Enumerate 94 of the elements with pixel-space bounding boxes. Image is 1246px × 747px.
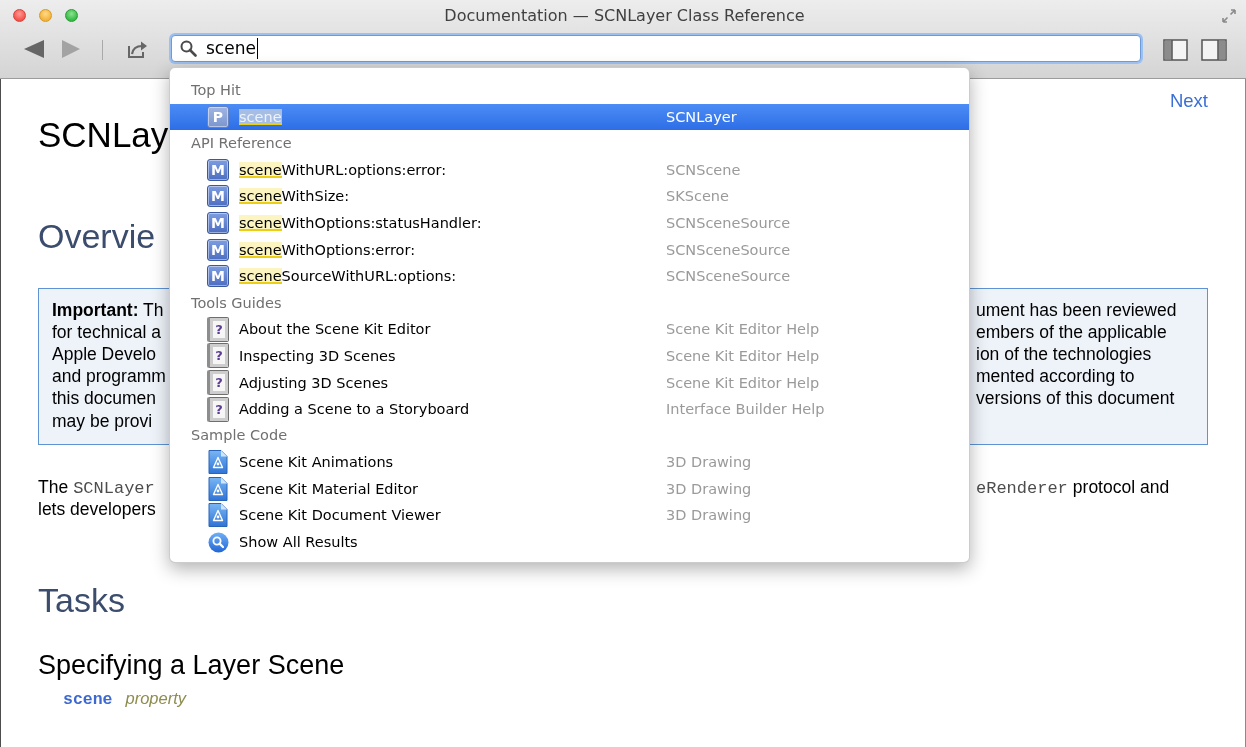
result-row[interactable]: P scene SCNLayer — [170, 103, 969, 131]
result-row[interactable]: Scene Kit Document Viewer 3D Drawing — [170, 502, 969, 529]
section-heading: Sample Code — [190, 426, 289, 446]
result-detail: SCNLayer — [666, 108, 737, 125]
code-term: SCNLayer — [73, 478, 155, 498]
minimize-button[interactable] — [39, 9, 52, 23]
result-title: sceneWithURL:options:error: — [239, 161, 448, 178]
result-row[interactable]: M sceneSourceWithURL:options: SCNSceneSource — [170, 262, 969, 290]
text-cursor-icon — [256, 37, 258, 59]
section-heading: Top Hit — [190, 81, 242, 100]
result-detail: Scene Kit Editor Help — [666, 374, 820, 391]
code-term: eRenderer — [976, 478, 1068, 498]
task-link[interactable]: scene — [63, 689, 113, 710]
help-book-badge: ? — [207, 396, 229, 422]
note-text: and programm — [52, 366, 166, 388]
result-detail: 3D Drawing — [666, 480, 752, 497]
result-title: Adding a Scene to a Storyboard — [239, 401, 471, 418]
note-text: embers of the applicable — [976, 321, 1167, 343]
note-text: mented according to — [976, 366, 1135, 388]
result-detail: SKScene — [666, 188, 729, 205]
result-title: scene — [239, 108, 283, 125]
result-row[interactable]: M sceneWithOptions:error: SCNSceneSource — [170, 236, 969, 263]
result-row[interactable]: ? About the Scene Kit Editor Scene Kit Editor Help — [170, 316, 969, 343]
result-row[interactable]: ? Adjusting 3D Scenes Scene Kit Editor Help — [170, 369, 969, 396]
result-detail: SCNSceneSource — [666, 215, 791, 232]
document-icon — [208, 503, 228, 528]
result-detail: SCNSceneSource — [666, 241, 791, 258]
back-icon[interactable] — [24, 39, 44, 58]
symbol-badge: M — [207, 238, 229, 261]
section-heading: Tools Guides — [190, 293, 283, 313]
body-text: lets developers — [38, 498, 156, 520]
symbol-badge: M — [207, 265, 229, 288]
result-title: Inspecting 3D Scenes — [239, 347, 397, 364]
document-icon — [208, 450, 228, 475]
right-sidebar-icon[interactable] — [1201, 38, 1227, 61]
search-icon — [207, 531, 229, 553]
result-detail: SCNScene — [666, 161, 741, 178]
body-text: The — [38, 476, 69, 498]
body-text: protocol and — [1072, 476, 1170, 498]
result-row[interactable]: M sceneWithSize: SKScene — [170, 183, 969, 210]
help-book-badge: ? — [207, 370, 229, 396]
section-heading: Overvie — [38, 216, 156, 256]
result-row[interactable]: ? Adding a Scene to a Storyboard Interface Builder Help — [170, 395, 969, 423]
note-text: versions of this document — [976, 388, 1175, 410]
result-row[interactable]: Scene Kit Material Editor 3D Drawing — [170, 475, 969, 503]
next-link[interactable]: Next — [1169, 90, 1208, 112]
note-text: Important: Th — [52, 299, 164, 321]
result-row[interactable]: Scene Kit Animations 3D Drawing — [170, 448, 969, 476]
search-field[interactable]: scene — [171, 34, 1141, 62]
note-text: Apple Develo — [52, 343, 157, 365]
symbol-badge: P — [207, 105, 229, 128]
result-title: Scene Kit Document Viewer — [239, 507, 442, 524]
fullscreen-icon[interactable] — [1222, 8, 1236, 23]
task-group-heading: Specifying a Layer Scene — [38, 648, 345, 681]
result-row[interactable]: Show All Results — [170, 528, 969, 556]
result-detail: 3D Drawing — [666, 454, 752, 471]
result-detail: Scene Kit Editor Help — [666, 321, 820, 338]
zoom-button[interactable] — [65, 9, 78, 23]
result-title: sceneWithOptions:statusHandler: — [239, 215, 483, 232]
result-title: sceneSourceWithURL:options: — [239, 268, 458, 285]
document-icon — [208, 476, 228, 501]
search-icon — [180, 39, 197, 57]
result-row[interactable]: ? Inspecting 3D Scenes Scene Kit Editor Help — [170, 342, 969, 370]
task-type: property — [125, 687, 187, 708]
note-text: may be provi — [52, 410, 153, 432]
result-row[interactable]: M sceneWithOptions:statusHandler: SCNSceneSource — [170, 209, 969, 237]
close-button[interactable] — [13, 9, 26, 23]
symbol-badge: M — [207, 185, 229, 208]
section-heading: API Reference — [190, 134, 293, 154]
share-icon[interactable] — [127, 39, 149, 59]
result-title: About the Scene Kit Editor — [239, 321, 432, 338]
result-title: Show All Results — [239, 534, 359, 550]
note-text: this documen — [52, 388, 157, 410]
symbol-badge: M — [207, 212, 229, 235]
result-detail: Scene Kit Editor Help — [666, 347, 820, 364]
symbol-badge: M — [207, 158, 229, 181]
result-detail: SCNSceneSource — [666, 268, 791, 285]
result-row[interactable]: M sceneWithURL:options:error: SCNScene — [170, 156, 969, 184]
result-detail: Interface Builder Help — [666, 401, 825, 418]
help-book-badge: ? — [207, 316, 229, 342]
note-text: for technical a — [52, 321, 161, 343]
page-title: SCNLay — [38, 114, 169, 156]
left-sidebar-icon[interactable] — [1163, 38, 1188, 61]
help-book-badge: ? — [207, 343, 229, 369]
window-title: Documentation — SCNLayer Class Reference — [444, 6, 805, 26]
note-text: ion of the technologies — [976, 343, 1152, 365]
result-title: sceneWithSize: — [239, 188, 351, 205]
result-title: Scene Kit Material Editor — [239, 480, 420, 497]
result-title: sceneWithOptions:error: — [239, 241, 417, 258]
result-title: Scene Kit Animations — [239, 454, 395, 471]
result-detail: 3D Drawing — [666, 507, 752, 524]
note-text: ument has been reviewed — [976, 299, 1177, 321]
result-title: Adjusting 3D Scenes — [239, 374, 390, 391]
section-heading: Tasks — [38, 579, 125, 620]
